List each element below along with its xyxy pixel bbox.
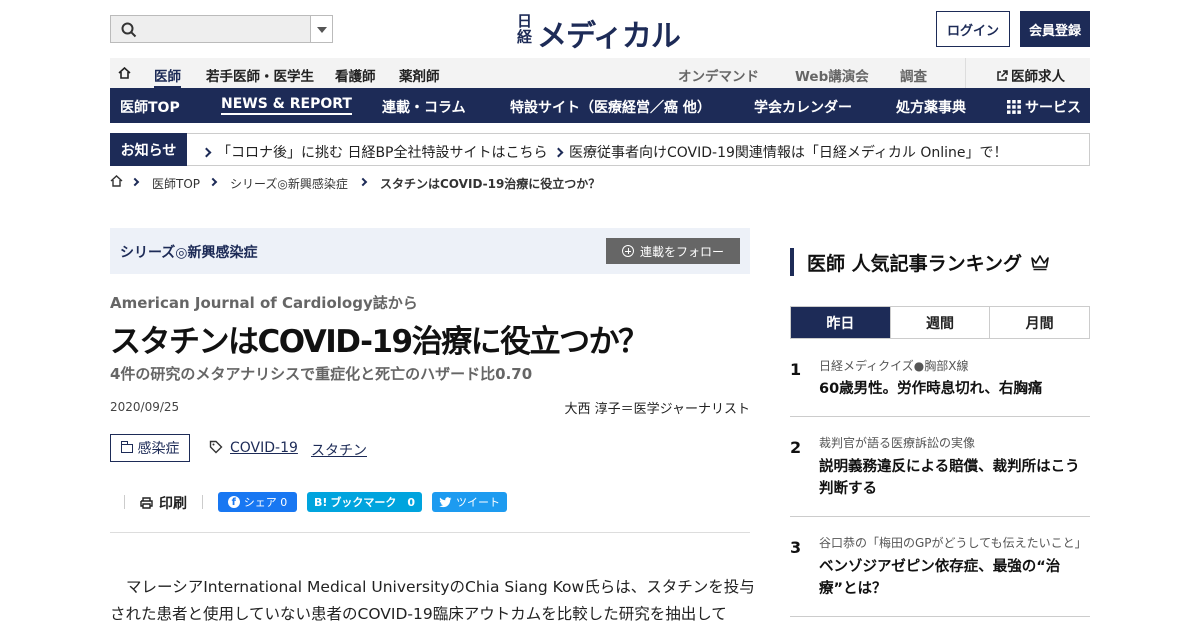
ranking-title-link[interactable]: 60歳男性。労作時息切れ、右胸痛 [819,378,1089,400]
tag-link-statin[interactable]: スタチン [311,440,367,460]
article-date: 2020/09/25 [110,400,180,414]
article-subhead: 4件の研究のメタアナリシスで重症化と死亡のハザード比0.70 [110,365,533,383]
printer-icon [140,497,153,509]
tab-weekly[interactable]: 週間 [891,307,991,338]
article-author: 大西 淳子＝医学ジャーナリスト [564,402,750,417]
crown-icon [1031,255,1049,271]
category-tag[interactable]: 感染症 [110,434,190,462]
facebook-share-label: シェア 0 [243,496,288,509]
mainnav-item-services[interactable]: サービス [1007,97,1081,117]
breadcrumb-item-top[interactable]: 医師TOP [152,175,200,192]
grid-icon [1007,100,1021,114]
search-input[interactable] [110,15,333,43]
article-body: マレーシアInternational Medical UniversityのCh… [110,574,755,628]
chevron-right-icon [553,147,564,158]
mainnav-item-column[interactable]: 連載・コラム [382,97,466,117]
login-button[interactable]: ログイン [936,11,1010,47]
subnav-item-web-seminar[interactable]: Web講演会 [795,65,869,85]
tag-icon [209,440,223,454]
folder-icon [120,440,133,453]
subnav-item-ondemand[interactable]: オンデマンド [678,65,759,85]
subnav-item-jobs[interactable]: 医師求人 [996,65,1065,85]
twitter-bird-icon [439,496,452,507]
facebook-share-button[interactable]: f シェア 0 [218,492,297,512]
print-button[interactable]: 印刷 [140,493,187,513]
share-toolbar: 印刷 f シェア 0 B! ブックマーク 0 ツイート [110,490,750,514]
breadcrumb-item-current: スタチンはCOVID-19治療に役立つか？ [380,177,601,191]
mainnav-item-top[interactable]: 医師TOP [120,97,180,117]
ranking-tabs: 昨日 週間 月間 [790,306,1090,339]
ranking-title-text: 医師 人気記事ランキング [807,252,1023,275]
mainnav-item-calendar[interactable]: 学会カレンダー [754,97,852,117]
main-nav: 医師TOP NEWS & REPORT 連載・コラム 特設サイト（医療経営／癌 … [110,88,1090,123]
home-icon[interactable] [118,67,131,79]
article-divider [110,532,750,533]
chevron-right-icon [358,177,368,187]
chevron-right-icon [130,177,140,187]
series-header: シリーズ◎新興感染症 連載をフォロー [110,228,750,274]
article-kicker: American Journal of Cardiology誌から [110,294,418,312]
ranking-item[interactable]: 1 日経メディクイズ●胸部X線 60歳男性。労作時息切れ、右胸痛 [790,355,1090,417]
tweet-label: ツイート [456,496,500,509]
tab-monthly[interactable]: 月間 [990,307,1089,338]
article-body-text: マレーシアInternational Medical UniversityのCh… [110,578,755,623]
print-label: 印刷 [159,496,187,512]
notice-label: お知らせ [110,133,187,166]
notice-link-text: 「コロナ後」に挑む 日経BP全社特設サイトはこちら [217,145,548,161]
hatena-icon: B! [313,495,328,509]
subnav-item-young-doctor[interactable]: 若手医師・医学生 [206,65,314,85]
series-name[interactable]: シリーズ◎新興感染症 [120,242,258,262]
mainnav-item-drug-dictionary[interactable]: 処方薬事典 [896,97,966,117]
ranking-number: 3 [790,538,802,557]
article-headline: スタチンはCOVID-19治療に役立つか？ [110,324,649,360]
ranking-item[interactable]: 2 裁判官が語る医療訴訟の実像 説明義務違反による賠償、裁判所はこう判断する [790,433,1090,517]
follow-series-button[interactable]: 連載をフォロー [606,238,740,264]
ranking-category: 日経メディクイズ●胸部X線 [819,359,969,373]
ranking-number: 2 [790,438,802,457]
breadcrumb-item-series[interactable]: シリーズ◎新興感染症 [230,175,348,192]
chevron-right-icon [201,147,212,158]
subnav-item-nurse[interactable]: 看護師 [335,65,376,85]
ranking-category: 谷口恭の「梅田のGPがどうしても伝えたいこと」 [819,536,1087,550]
ranking-item[interactable]: 3 谷口恭の「梅田のGPがどうしても伝えたいこと」 ベンゾジアゼピン依存症、最強… [790,533,1090,617]
category-label: 感染症 [137,441,180,457]
divider [124,495,125,509]
notice-link-corona[interactable]: 「コロナ後」に挑む 日経BP全社特設サイトはこちら [201,142,548,162]
subnav-item-survey[interactable]: 調査 [900,65,927,85]
notice-link-covid-info[interactable]: 医療従事者向けCOVID-19関連情報は「日経メディカル Online」で！ [553,142,1008,162]
ranking-category: 裁判官が語る医療訴訟の実像 [819,436,976,450]
tab-yesterday[interactable]: 昨日 [791,307,891,338]
logo-nikkei: 日経 [517,12,533,46]
facebook-icon: f [227,496,240,508]
logo-medical: メディカル [537,19,681,54]
follow-label: 連載をフォロー [639,244,724,259]
search-icon [121,22,137,38]
mainnav-item-special[interactable]: 特設サイト（医療経営／癌 他） [510,97,711,117]
tag-link-covid19[interactable]: COVID-19 [230,440,298,456]
hatena-bookmark-label: ブックマーク 0 [330,496,416,509]
tweet-button[interactable]: ツイート [432,492,507,512]
subnav-item-doctor[interactable]: 医師 [154,65,181,88]
divider [202,495,203,509]
notice-bar: お知らせ 「コロナ後」に挑む 日経BP全社特設サイトはこちら 医療従事者向けCO… [110,133,1090,166]
search-dropdown-button[interactable] [310,16,332,42]
ranking-number: 1 [790,360,802,379]
chevron-down-icon [317,27,327,33]
ranking-title: 医師 人気記事ランキング [790,248,1090,276]
home-icon[interactable] [110,175,123,187]
plus-circle-icon [621,245,634,257]
chevron-right-icon [208,177,218,187]
subnav-divider [965,58,966,88]
hatena-bookmark-button[interactable]: B! ブックマーク 0 [307,492,422,512]
subnav-item-pharmacist[interactable]: 薬剤師 [399,65,440,85]
services-label: サービス [1025,100,1081,116]
ranking-title-link[interactable]: ベンゾジアゼピン依存症、最強の“治療”とは？ [819,556,1089,600]
register-button[interactable]: 会員登録 [1020,11,1090,47]
external-link-icon [997,70,1008,81]
audience-nav: 医師 若手医師・医学生 看護師 薬剤師 オンデマンド Web講演会 調査 医師求… [110,58,1090,88]
jobs-label: 医師求人 [1011,69,1065,85]
mainnav-item-news[interactable]: NEWS & REPORT [221,96,352,115]
ranking-title-link[interactable]: 説明義務違反による賠償、裁判所はこう判断する [819,456,1089,500]
notice-link-text: 医療従事者向けCOVID-19関連情報は「日経メディカル Online」で！ [569,145,1008,161]
